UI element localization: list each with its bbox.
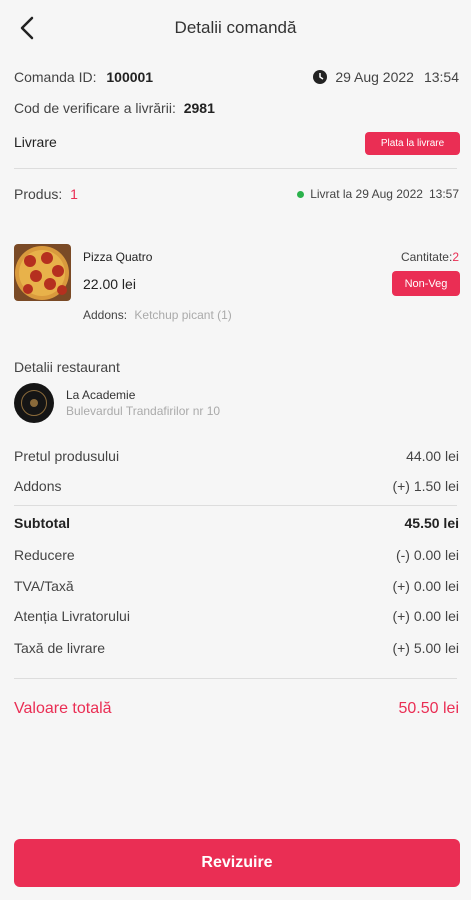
charge-value: (+) 0.00 lei [392,578,459,594]
restaurant-section-title: Detalii restaurant [14,359,120,375]
pizza-image [14,244,71,301]
clock-icon [313,70,328,84]
subtotal-label: Subtotal [14,515,70,531]
payment-badge: Plata la livrare [365,132,460,155]
page-title: Detalii comandă [174,18,297,37]
order-id-value: 100001 [106,69,154,85]
delivery-status: Livrat la 29 Aug 2022 13:57 [297,187,459,201]
order-time: 13:54 [423,69,459,85]
item-name: Pizza Quatro [83,250,153,264]
addons-label: Addons: [83,308,128,322]
charge-row: Reducere (-) 0.00 lei [14,547,459,563]
restaurant-address: Bulevardul Trandafirilor nr 10 [66,404,221,418]
price-value: (+) 1.50 lei [392,478,459,494]
order-datetime: 29 Aug 2022 13:54 [313,69,459,85]
quantity-label: Cantitate: [400,250,453,264]
quantity-value: 2 [452,250,459,264]
charge-label: Reducere [14,547,75,563]
charge-label: Taxă de livrare [14,640,106,656]
charge-value: (-) 0.00 lei [395,547,459,563]
charge-label: Atenția Livratorului [14,608,130,624]
addons-value: Ketchup picant (1) [134,308,232,322]
subtotal-row: Subtotal 45.50 lei [14,515,459,531]
product-label: Produs: [14,186,63,202]
divider [14,168,457,169]
divider [14,678,457,679]
addons-row: Addons: Ketchup picant (1) [83,308,232,322]
review-button[interactable]: Revizuire [14,839,460,887]
total-row: Valoare totală 50.50 lei [14,700,459,718]
subtotal-value: 45.50 lei [404,515,460,531]
status-time: 13:57 [428,187,459,201]
price-value: 44.00 lei [406,448,459,464]
verification-row: Cod de verificare a livrării: 2981 [14,100,215,116]
restaurant-name: La Academie [66,388,136,402]
charge-row: Taxă de livrare (+) 5.00 lei [14,640,459,656]
price-row: Addons (+) 1.50 lei [14,478,459,494]
price-label: Pretul produsului [14,448,120,464]
order-id-label: Comanda ID: [14,69,97,85]
total-label: Valoare totală [14,700,112,717]
status-dot-icon [297,190,305,198]
order-type: Livrare [14,134,57,150]
item-quantity: Cantitate:2 [401,250,459,264]
verification-code: 2981 [183,100,215,116]
product-count: 1 [70,186,78,202]
product-count-row: Produs: 1 [14,186,78,202]
charge-row: Atenția Livratorului (+) 0.00 lei [14,608,459,624]
charge-label: TVA/Taxă [14,578,74,594]
price-label: Addons [14,478,62,494]
divider [14,505,457,506]
non-veg-badge: Non-Veg [392,271,460,296]
charge-value: (+) 5.00 lei [392,640,459,656]
restaurant-logo-icon [14,383,54,423]
charge-row: TVA/Taxă (+) 0.00 lei [14,578,459,594]
total-value: 50.50 lei [398,700,460,717]
price-row: Pretul produsului 44.00 lei [14,448,459,464]
order-id-row: Comanda ID: 100001 [14,69,153,85]
item-price: 22.00 lei [83,276,136,292]
verification-label: Cod de verificare a livrării: [14,100,176,116]
status-text: Livrat la 29 Aug 2022 [310,187,423,201]
order-date: 29 Aug 2022 [335,69,414,85]
charge-value: (+) 0.00 lei [392,608,459,624]
